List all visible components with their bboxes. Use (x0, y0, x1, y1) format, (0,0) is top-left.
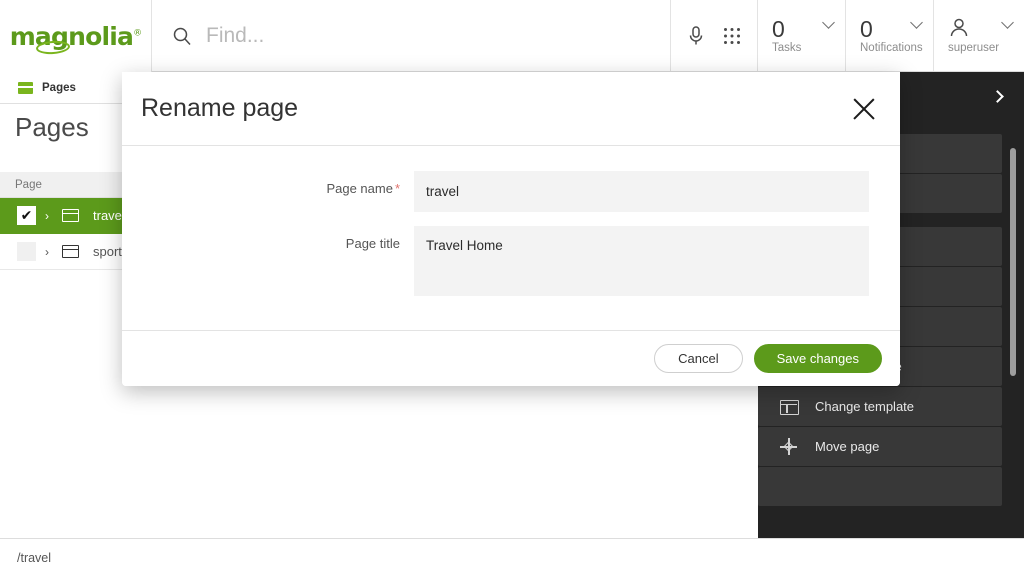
action-panel-scrollbar[interactable] (1010, 148, 1016, 376)
dialog-header: Rename page (122, 72, 900, 146)
page-icon (62, 245, 79, 258)
expand-arrow-icon[interactable]: › (45, 209, 53, 223)
pages-app-icon (18, 82, 33, 94)
tasks-count: 0 (772, 17, 845, 41)
action-move-page-label: Move page (815, 439, 879, 454)
username-label: superuser (948, 42, 1024, 54)
field-page-name: Page name* (122, 171, 900, 212)
logo-wordmark: magnolia® (10, 24, 142, 49)
tasks-indicator[interactable]: 0 Tasks (758, 0, 846, 71)
search-input[interactable]: Find... (206, 24, 264, 48)
field-page-title: Page title (122, 226, 900, 296)
checkmark-icon: ✔ (21, 209, 33, 223)
field-page-title-label-text: Page title (346, 236, 400, 251)
action-change-template-label: Change template (815, 399, 914, 414)
microphone-icon[interactable] (687, 25, 705, 47)
top-header-bar: magnolia® Find... (0, 0, 1024, 72)
rename-page-dialog: Rename page Page name* Page title Cancel… (122, 72, 900, 386)
global-search[interactable]: Find... (152, 0, 671, 71)
chevron-right-icon[interactable] (991, 90, 1004, 103)
notifications-indicator[interactable]: 0 Notifications (846, 0, 934, 71)
row-checkbox[interactable]: ✔ (17, 206, 36, 225)
field-page-title-label: Page title (122, 226, 414, 251)
page-icon (62, 209, 79, 222)
notifications-count: 0 (860, 17, 933, 41)
page-name-input[interactable] (414, 171, 869, 212)
close-icon[interactable] (848, 93, 880, 125)
status-path: /travel (17, 551, 51, 565)
page-title-input[interactable] (414, 226, 869, 296)
field-page-name-label: Page name* (122, 171, 414, 196)
logo-text: magnolia (10, 22, 133, 51)
apps-grid-icon[interactable] (723, 27, 741, 45)
magnolia-logo[interactable]: magnolia® (0, 0, 152, 72)
row-checkbox[interactable] (17, 242, 36, 261)
tab-pages-label: Pages (42, 82, 76, 94)
dialog-footer: Cancel Save changes (122, 330, 900, 386)
user-avatar-icon (948, 17, 970, 39)
cancel-button[interactable]: Cancel (654, 344, 742, 373)
required-marker: * (395, 181, 400, 196)
status-bar: /travel (0, 538, 1024, 576)
tab-pages[interactable]: Pages (0, 72, 94, 104)
tasks-label: Tasks (772, 42, 845, 54)
notifications-label: Notifications (860, 42, 933, 54)
field-page-name-label-text: Page name (326, 181, 393, 196)
user-menu[interactable]: superuser (934, 0, 1024, 71)
dialog-body: Page name* Page title (122, 146, 900, 296)
column-header-page: Page (15, 179, 42, 191)
move-page-icon (780, 438, 799, 455)
logo-registered-mark: ® (133, 28, 141, 38)
action-move-page[interactable]: Move page (758, 427, 1002, 466)
page-title: Pages (15, 112, 89, 143)
chevron-down-icon[interactable] (1001, 16, 1014, 29)
change-template-icon (780, 398, 799, 415)
expand-arrow-icon[interactable]: › (45, 245, 53, 259)
list-item[interactable] (758, 467, 1002, 506)
search-icon (172, 26, 192, 46)
magnolia-app-window: magnolia® Find... (0, 0, 1024, 576)
save-changes-button[interactable]: Save changes (754, 344, 882, 373)
dialog-title: Rename page (141, 94, 298, 123)
header-icon-group (671, 0, 758, 71)
action-change-template[interactable]: Change template (758, 387, 1002, 426)
